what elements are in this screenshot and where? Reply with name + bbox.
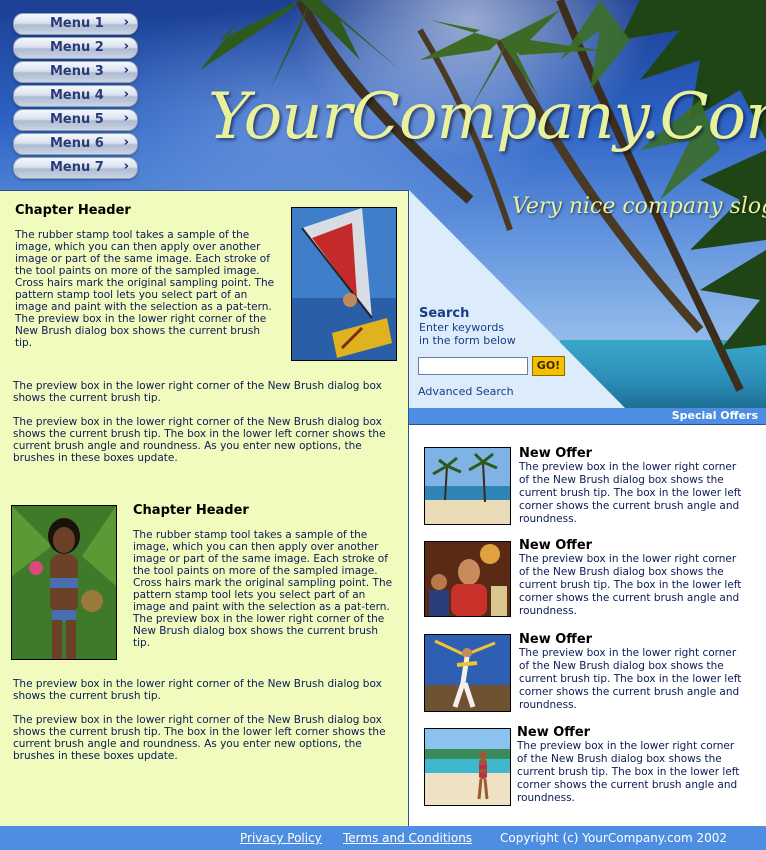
company-logo: YourCompany.Com — [208, 80, 766, 154]
search-hint: Enter keywords — [419, 321, 505, 334]
offer-description: The preview box in the lower right corne… — [519, 647, 742, 711]
terms-link[interactable]: Terms and Conditions — [343, 831, 472, 845]
chapter-paragraph: The preview box in the lower right corne… — [13, 678, 382, 702]
search-title: Search — [419, 306, 470, 321]
offer-thumbnail[interactable] — [424, 447, 511, 525]
offer-title[interactable]: New Offer — [519, 538, 592, 553]
chapter-intro-text: The rubber stamp tool takes a sample of … — [133, 529, 393, 649]
chapter-paragraph: The preview box in the lower right corne… — [13, 714, 386, 762]
menu-button-7[interactable]: Menu 7 › — [13, 157, 138, 179]
menu-button-3[interactable]: Menu 3 › — [13, 61, 138, 83]
offer-title[interactable]: New Offer — [519, 446, 592, 461]
search-hint: in the form below — [419, 334, 516, 347]
chapter-intro-text: The rubber stamp tool takes a sample of … — [15, 229, 275, 349]
chevron-right-icon: › — [123, 159, 129, 174]
windsurfer-photo — [291, 207, 397, 361]
chapter-paragraph: The preview box in the lower right corne… — [13, 380, 382, 404]
woman-coconut-photo — [11, 505, 117, 660]
menu-button-5[interactable]: Menu 5 › — [13, 109, 138, 131]
privacy-policy-link[interactable]: Privacy Policy — [240, 831, 322, 845]
chapter-paragraph: The preview box in the lower right corne… — [13, 416, 386, 464]
chapter-header: Chapter Header — [133, 503, 249, 518]
copyright-text: Copyright (c) YourCompany.com 2002 — [500, 831, 728, 845]
menu-label: Menu 7 — [50, 160, 104, 175]
footer: Privacy Policy Terms and Conditions Copy… — [0, 826, 766, 850]
offer-thumbnail[interactable] — [424, 634, 511, 712]
menu-label: Menu 3 — [50, 64, 104, 79]
special-offers-title: Special Offers — [671, 409, 758, 422]
menu-label: Menu 2 — [50, 40, 104, 55]
menu-label: Menu 5 — [50, 112, 104, 127]
menu-label: Menu 4 — [50, 88, 104, 103]
chevron-right-icon: › — [123, 87, 129, 102]
menu-button-4[interactable]: Menu 4 › — [13, 85, 138, 107]
menu-button-2[interactable]: Menu 2 › — [13, 37, 138, 59]
offer-thumbnail[interactable] — [424, 728, 511, 806]
offer-thumbnail[interactable] — [424, 541, 511, 617]
offer-description: The preview box in the lower right corne… — [519, 553, 742, 617]
menu-label: Menu 1 — [50, 16, 104, 31]
offer-description: The preview box in the lower right corne… — [517, 740, 740, 804]
offer-title[interactable]: New Offer — [519, 632, 592, 647]
company-slogan: Very nice company slogan — [512, 194, 766, 219]
chevron-right-icon: › — [123, 15, 129, 30]
offer-title[interactable]: New Offer — [517, 725, 590, 740]
special-offers-bar: Special Offers — [409, 408, 766, 424]
chapter-header: Chapter Header — [15, 203, 131, 218]
chevron-right-icon: › — [123, 135, 129, 150]
chevron-right-icon: › — [123, 63, 129, 78]
menu-button-6[interactable]: Menu 6 › — [13, 133, 138, 155]
offer-description: The preview box in the lower right corne… — [519, 461, 742, 525]
go-button[interactable]: GO! — [532, 356, 565, 376]
menu-button-1[interactable]: Menu 1 › — [13, 13, 138, 35]
search-input[interactable] — [418, 357, 528, 375]
menu-label: Menu 6 — [50, 136, 104, 151]
advanced-search-link[interactable]: Advanced Search — [418, 385, 514, 398]
chevron-right-icon: › — [123, 111, 129, 126]
chevron-right-icon: › — [123, 39, 129, 54]
